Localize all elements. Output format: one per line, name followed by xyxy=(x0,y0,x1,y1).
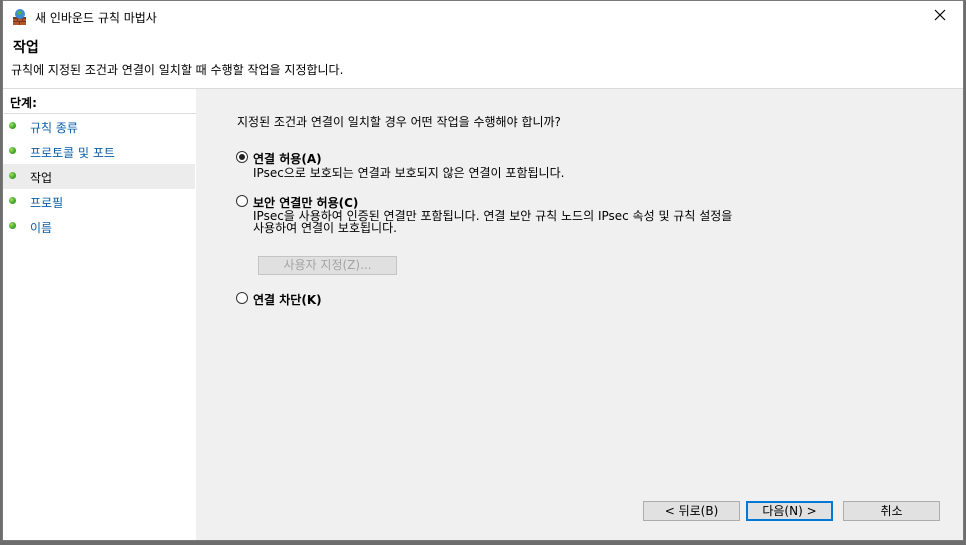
allow-radio[interactable] xyxy=(236,151,248,163)
block-radio[interactable] xyxy=(236,292,248,304)
option-description: 사용하여 연결이 보호됩니다. xyxy=(253,221,397,235)
step-label[interactable]: 규칙 종류 xyxy=(30,119,78,136)
option-label[interactable]: 연결 차단(K) xyxy=(253,291,322,308)
step-label[interactable]: 프로토콜 및 포트 xyxy=(30,144,115,161)
next-button[interactable]: 다음(N) > xyxy=(746,501,833,521)
option-description: IPsec으로 보호되는 연결과 보호되지 않은 연결이 포함됩니다. xyxy=(253,166,565,180)
step-label: 작업 xyxy=(30,171,53,185)
firewall-wizard-icon xyxy=(12,8,30,26)
allow-secure-radio[interactable] xyxy=(236,195,248,207)
wizard-window: 새 인바운드 규칙 마법사 작업 규칙에 지정된 조건과 연결이 일치할 때 수… xyxy=(2,0,964,541)
step-action: 작업 xyxy=(3,164,195,189)
wizard-header: 작업 규칙에 지정된 조건과 연결이 일치할 때 수행할 작업을 지정합니다. xyxy=(3,32,963,89)
action-question: 지정된 조건과 연결이 일치할 경우 어떤 작업을 수행해야 합니까? xyxy=(237,115,561,129)
step-rule-type[interactable]: 규칙 종류 xyxy=(3,114,195,139)
steps-title: 단계: xyxy=(10,96,37,110)
step-status-icon xyxy=(9,122,16,129)
close-button[interactable] xyxy=(917,1,963,32)
step-label[interactable]: 이름 xyxy=(30,219,52,236)
window-title: 새 인바운드 규칙 마법사 xyxy=(35,11,157,25)
close-icon xyxy=(934,9,946,24)
option-label[interactable]: 연결 허용(A) xyxy=(253,150,322,167)
page-title: 작업 xyxy=(13,40,39,56)
step-profile[interactable]: 프로필 xyxy=(3,189,195,214)
steps-pane: 단계: 규칙 종류 프로토콜 및 포트 작업 프로필 이름 xyxy=(3,89,196,540)
page-description: 규칙에 지정된 조건과 연결이 일치할 때 수행할 작업을 지정합니다. xyxy=(11,63,344,77)
step-status-icon xyxy=(9,172,16,179)
cancel-button[interactable]: 취소 xyxy=(843,501,940,521)
back-button[interactable]: < 뒤로(B) xyxy=(643,501,740,521)
step-status-icon xyxy=(9,222,16,229)
step-status-icon xyxy=(9,197,16,204)
step-label[interactable]: 프로필 xyxy=(30,194,63,211)
step-status-icon xyxy=(9,147,16,154)
step-protocol-port[interactable]: 프로토콜 및 포트 xyxy=(3,139,195,164)
customize-button: 사용자 지정(Z)... xyxy=(258,256,397,275)
step-name[interactable]: 이름 xyxy=(3,214,195,239)
content-pane: 지정된 조건과 연결이 일치할 경우 어떤 작업을 수행해야 합니까? 연결 허… xyxy=(199,89,963,540)
title-bar: 새 인바운드 규칙 마법사 xyxy=(3,1,963,32)
